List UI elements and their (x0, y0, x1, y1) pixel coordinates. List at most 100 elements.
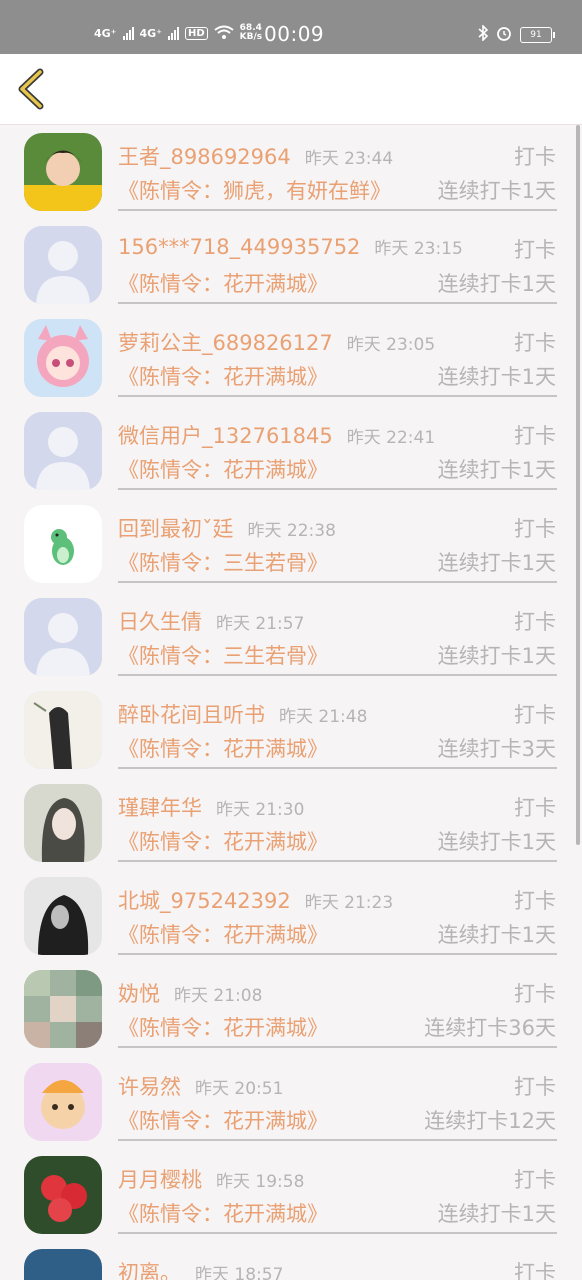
streak-count: 连续打卡36天 (424, 1016, 556, 1040)
record-row[interactable]: 日久生倩 昨天 21:57 打卡 《陈情令：三生若骨》 连续打卡1天 (0, 590, 582, 683)
record-row[interactable]: 瑾肆年华 昨天 21:30 打卡 《陈情令：花开满城》 连续打卡1天 (0, 776, 582, 869)
record-time: 昨天 21:57 (216, 614, 305, 634)
avatar[interactable] (24, 1249, 102, 1280)
user-name: 醉卧花间且听书 昨天 21:48 (118, 699, 367, 729)
song-title: 《陈情令：花开满城》 (118, 1109, 328, 1133)
wifi-icon (214, 25, 234, 42)
user-name-text: 醉卧花间且听书 (118, 703, 265, 727)
clock: 00:09 (264, 22, 325, 46)
row-divider (118, 209, 557, 211)
avatar[interactable] (24, 970, 102, 1048)
row-divider (118, 581, 557, 583)
record-time: 昨天 23:44 (304, 149, 394, 169)
record-row[interactable]: 回到最初ˇ廷 昨天 22:38 打卡 《陈情令：三生若骨》 连续打卡1天 (0, 497, 582, 590)
nav-bar (0, 54, 582, 125)
row-divider (118, 674, 557, 676)
song-title: 《陈情令：花开满城》 (118, 1016, 328, 1040)
record-time: 昨天 18:57 (195, 1265, 284, 1280)
streak-count: 连续打卡3天 (437, 737, 556, 761)
streak-count: 连续打卡1天 (437, 272, 556, 296)
row-divider (118, 1232, 557, 1234)
row-divider (118, 302, 557, 304)
avatar[interactable] (24, 412, 102, 490)
network-4g-label: 4G⁺ (94, 26, 117, 40)
record-time: 昨天 22:38 (247, 521, 336, 541)
streak-count: 连续打卡1天 (437, 551, 556, 575)
user-name-text: 妫悦 (118, 982, 160, 1006)
user-name-text: 初离。 (118, 1261, 181, 1280)
network-4g-label-2: 4G⁺ (139, 26, 163, 40)
user-name-text: 回到最初ˇ廷 (118, 517, 234, 541)
record-type: 打卡 (514, 889, 556, 913)
record-type: 打卡 (514, 331, 556, 355)
user-name: 萝莉公主_689826127 昨天 23:05 (118, 327, 435, 357)
bluetooth-icon (478, 24, 489, 44)
record-type: 打卡 (514, 1261, 556, 1280)
record-time: 昨天 23:05 (346, 335, 436, 355)
record-time: 昨天 21:48 (279, 707, 368, 727)
avatar[interactable] (24, 226, 102, 304)
record-time: 昨天 21:30 (216, 800, 305, 820)
net-speed: 68.4 KB/s (240, 24, 262, 42)
record-row[interactable]: 微信用户_132761845 昨天 22:41 打卡 《陈情令：花开满城》 连续打卡1天 (0, 404, 582, 497)
avatar[interactable] (24, 1156, 102, 1234)
song-title: 《陈情令：花开满城》 (118, 923, 328, 947)
user-name-text: 萝莉公主_689826127 (118, 331, 333, 355)
record-row[interactable]: 156***718_449935752 昨天 23:15 打卡《陈情令：花开满城》 连… (0, 218, 582, 311)
scrollbar[interactable] (576, 125, 580, 845)
hd-badge: HD (185, 26, 208, 40)
song-title: 《陈情令：花开满城》 (118, 272, 328, 296)
streak-count: 连续打卡1天 (437, 179, 556, 203)
record-type: 打卡 (514, 238, 556, 262)
user-name: 156***718_449935752 昨天 23:15 (118, 234, 463, 259)
user-name: 回到最初ˇ廷 昨天 22:38 (118, 513, 336, 543)
user-name-text: 瑾肆年华 (118, 796, 202, 820)
avatar[interactable] (24, 598, 102, 676)
record-row[interactable]: 萝莉公主_689826127 昨天 23:05 打卡 《陈情令：花开满城》 连续打卡1天 (0, 311, 582, 404)
row-divider (118, 1046, 557, 1048)
avatar[interactable] (24, 133, 102, 211)
avatar[interactable] (24, 877, 102, 955)
record-type: 打卡 (514, 610, 556, 634)
network-indicators: 4G⁺ 4G⁺ HD 68.4 KB/s (94, 24, 262, 42)
back-button[interactable] (12, 66, 56, 110)
status-bar: 4G⁺ 4G⁺ HD 68.4 KB/s 00:09 91 (0, 0, 582, 54)
record-row[interactable]: 妫悦 昨天 21:08 打卡《陈情令：花开满城》 连续打卡36天 (0, 962, 582, 1055)
checkin-record-list[interactable]: 王者_898692964 昨天 23:44 打卡 《陈情令：狮虎，有妍在鲜》 连续打卡1… (0, 125, 582, 1280)
song-title: 《陈情令：花开满城》 (118, 458, 328, 482)
avatar[interactable] (24, 505, 102, 583)
record-row[interactable]: 醉卧花间且听书 昨天 21:48 打卡 《陈情令：花开满城》 连续打卡3天 (0, 683, 582, 776)
avatar[interactable] (24, 1063, 102, 1141)
record-type: 打卡 (514, 982, 556, 1006)
avatar[interactable] (24, 784, 102, 862)
record-row[interactable]: 王者_898692964 昨天 23:44 打卡 《陈情令：狮虎，有妍在鲜》 连续打卡1… (0, 125, 582, 218)
row-divider (118, 860, 557, 862)
record-row[interactable]: 月月樱桃 昨天 19:58 打卡 《陈情令：花开满城》 连续打卡1天 (0, 1148, 582, 1241)
row-divider (118, 395, 557, 397)
row-divider (118, 953, 557, 955)
streak-count: 连续打卡1天 (437, 923, 556, 947)
song-title: 《陈情令：三生若骨》 (118, 644, 328, 668)
user-name: 瑾肆年华 昨天 21:30 (118, 792, 304, 822)
record-row[interactable]: 初离。 昨天 18:57 打卡 (0, 1241, 582, 1280)
user-name-text: 月月樱桃 (118, 1168, 202, 1192)
record-type: 打卡 (514, 424, 556, 448)
record-type: 打卡 (514, 796, 556, 820)
record-row[interactable]: 北城_975242392 昨天 21:23 打卡《陈情令：花开满城》 连续打卡1天 (0, 869, 582, 962)
row-divider (118, 488, 557, 490)
record-time: 昨天 19:58 (216, 1172, 305, 1192)
song-title: 《陈情令：花开满城》 (118, 365, 328, 389)
user-name-text: 北城_975242392 (118, 889, 291, 913)
user-name: 月月樱桃 昨天 19:58 (118, 1164, 304, 1194)
user-name: 北城_975242392 昨天 21:23 (118, 885, 393, 915)
song-title: 《陈情令：花开满城》 (118, 737, 328, 761)
battery-icon: 91 (520, 26, 555, 43)
avatar[interactable] (24, 691, 102, 769)
record-type: 打卡 (514, 145, 556, 169)
song-title: 《陈情令：三生若骨》 (118, 551, 328, 575)
avatar[interactable] (24, 319, 102, 397)
user-name: 妫悦 昨天 21:08 (118, 978, 262, 1008)
user-name: 王者_898692964 昨天 23:44 (118, 141, 393, 171)
record-row[interactable]: 许易然 昨天 20:51 打卡 《陈情令：花开满城》 连续打卡12天 (0, 1055, 582, 1148)
user-name-text: 许易然 (118, 1075, 181, 1099)
